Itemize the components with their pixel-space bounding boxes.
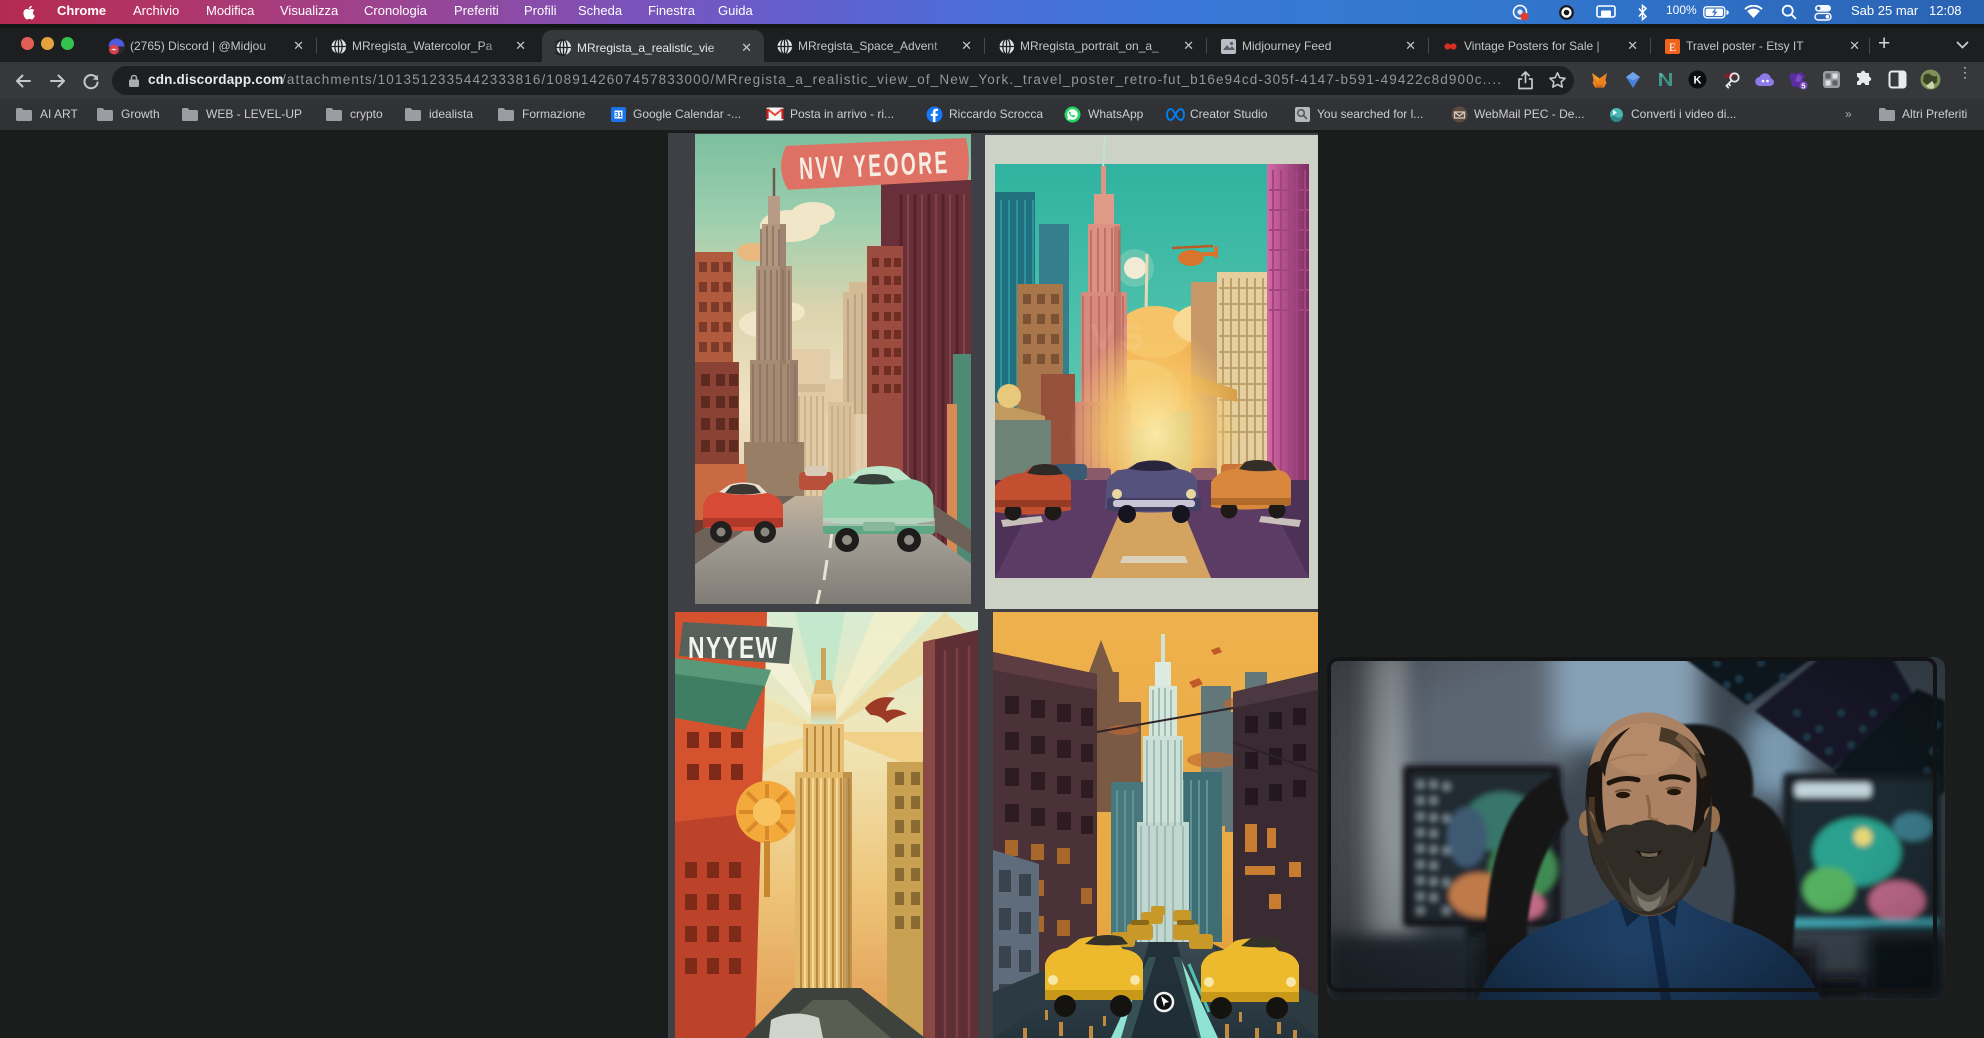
svg-text:5: 5 bbox=[1801, 81, 1805, 90]
svg-text:K: K bbox=[1694, 75, 1702, 87]
svg-text:VS: VS bbox=[1090, 316, 1150, 357]
svg-text:31: 31 bbox=[615, 112, 623, 119]
svg-text:NVV YEOORE: NVV YEOORE bbox=[798, 146, 950, 186]
svg-text:E: E bbox=[1669, 40, 1676, 54]
svg-text:NYYEW: NYYEW bbox=[688, 631, 778, 665]
